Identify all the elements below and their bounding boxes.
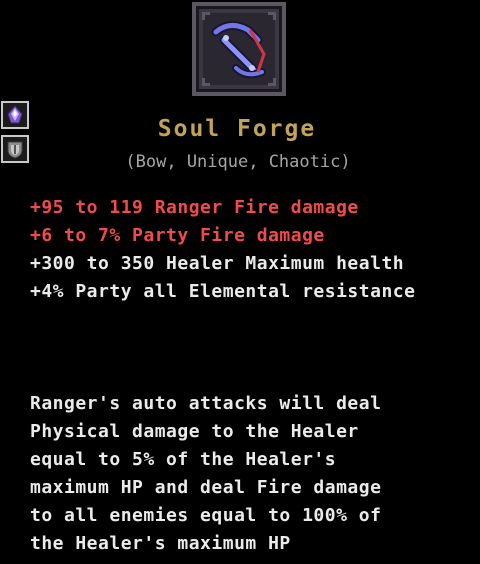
description-line: the Healer's maximum HP bbox=[30, 533, 291, 554]
item-description: Ranger's auto attacks will deal Physical… bbox=[30, 390, 470, 558]
item-tooltip: Soul Forge (Bow, Unique, Chaotic) +95 to… bbox=[0, 0, 480, 564]
item-name: Soul Forge bbox=[157, 116, 317, 142]
item-tags: (Bow, Unique, Chaotic) bbox=[125, 152, 351, 172]
stat-line: +4% Party all Elemental resistance bbox=[30, 281, 416, 302]
description-line: equal to 5% of the Healer's bbox=[30, 449, 337, 470]
bow-icon bbox=[202, 12, 276, 86]
description-line: Ranger's auto attacks will deal bbox=[30, 393, 382, 414]
stat-list: +95 to 119 Ranger Fire damage +6 to 7% P… bbox=[30, 194, 470, 306]
stat-line: +95 to 119 Ranger Fire damage bbox=[30, 197, 359, 218]
stat-line: +6 to 7% Party Fire damage bbox=[30, 225, 325, 246]
description-line: maximum HP and deal Fire damage bbox=[30, 477, 382, 498]
item-icon-frame[interactable] bbox=[192, 2, 286, 96]
stat-line: +300 to 350 Healer Maximum health bbox=[30, 253, 405, 274]
description-line: to all enemies equal to 100% of bbox=[30, 505, 382, 526]
description-line: Physical damage to the Healer bbox=[30, 421, 359, 442]
